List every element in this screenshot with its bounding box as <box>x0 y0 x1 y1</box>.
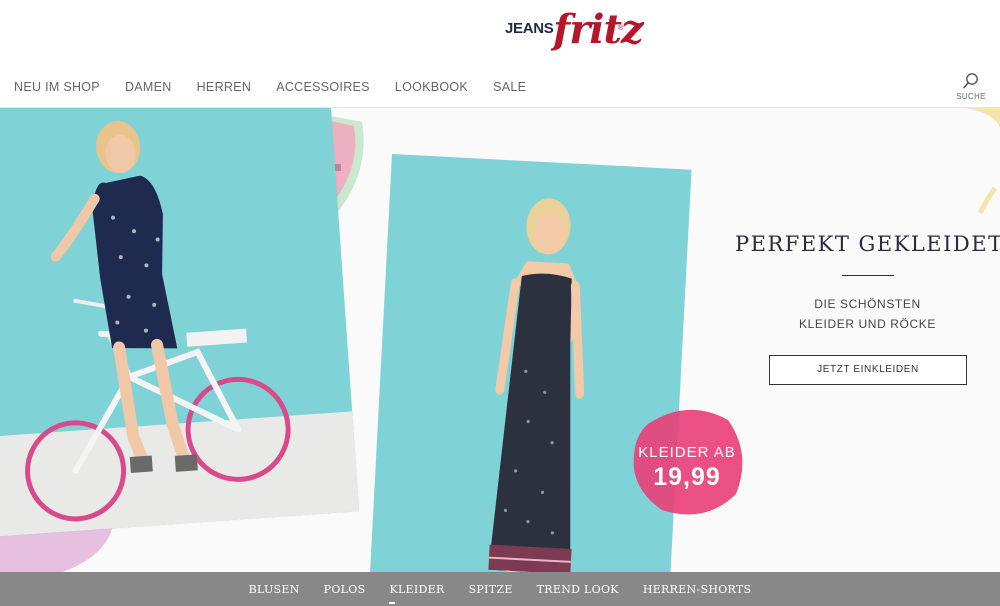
logo-jeans: JEANS <box>505 20 554 37</box>
promo-divider <box>842 275 894 276</box>
main-nav: NEU IM SHOP DAMEN HERREN ACCESSOIRES LOO… <box>0 80 537 100</box>
search-icon <box>963 73 978 89</box>
category-spitze[interactable]: SPITZE <box>469 583 513 596</box>
price-badge[interactable] <box>628 406 746 518</box>
nav-item-neu-im-shop[interactable]: NEU IM SHOP <box>14 80 100 100</box>
search-button[interactable]: SUCHE <box>955 72 987 106</box>
category-herren-shorts[interactable]: HERREN-SHORTS <box>643 583 752 596</box>
hero-banner[interactable]: KLEIDER AB 19,99 PERFEKT GEKLEIDET DIE S… <box>0 108 1000 572</box>
nav-item-herren[interactable]: HERREN <box>197 80 252 100</box>
logo-registered: ® <box>618 25 624 32</box>
nav-item-damen[interactable]: DAMEN <box>125 80 172 100</box>
category-bar: BLUSEN POLOS KLEIDER SPITZE TREND LOOK H… <box>0 572 1000 606</box>
category-blusen[interactable]: BLUSEN <box>249 583 300 596</box>
brand-logo[interactable]: JEANS fritz ® <box>505 6 644 72</box>
model-with-bicycle <box>25 121 291 522</box>
nav-item-lookbook[interactable]: LOOKBOOK <box>395 80 468 100</box>
nav-item-accessoires[interactable]: ACCESSOIRES <box>276 80 370 100</box>
nav-item-sale[interactable]: SALE <box>493 80 526 100</box>
promo-title: PERFEKT GEKLEIDET <box>735 232 1000 256</box>
category-polos[interactable]: POLOS <box>324 583 366 596</box>
yellow-decoration <box>965 108 1000 215</box>
promo-subtitle-line2: KLEIDER UND RÖCKE <box>799 317 936 331</box>
logo-fritz: fritz <box>553 6 644 53</box>
shop-now-button[interactable]: JETZT EINKLEIDEN <box>769 355 967 385</box>
category-trend-look[interactable]: TREND LOOK <box>537 583 619 596</box>
product-photo-bike[interactable] <box>0 108 360 537</box>
site-header: JEANS fritz ® NEU IM SHOP DAMEN HERREN A… <box>0 0 1000 108</box>
badge-price: 19,99 <box>653 463 721 491</box>
search-label: SUCHE <box>956 92 986 101</box>
promo-subtitle-line1: DIE SCHÖNSTEN <box>814 297 921 311</box>
model-in-maxidress <box>488 198 585 572</box>
badge-label: KLEIDER AB <box>638 444 736 461</box>
promo-subtitle: DIE SCHÖNSTEN KLEIDER UND RÖCKE <box>735 294 1000 334</box>
category-kleider[interactable]: KLEIDER <box>389 583 444 604</box>
